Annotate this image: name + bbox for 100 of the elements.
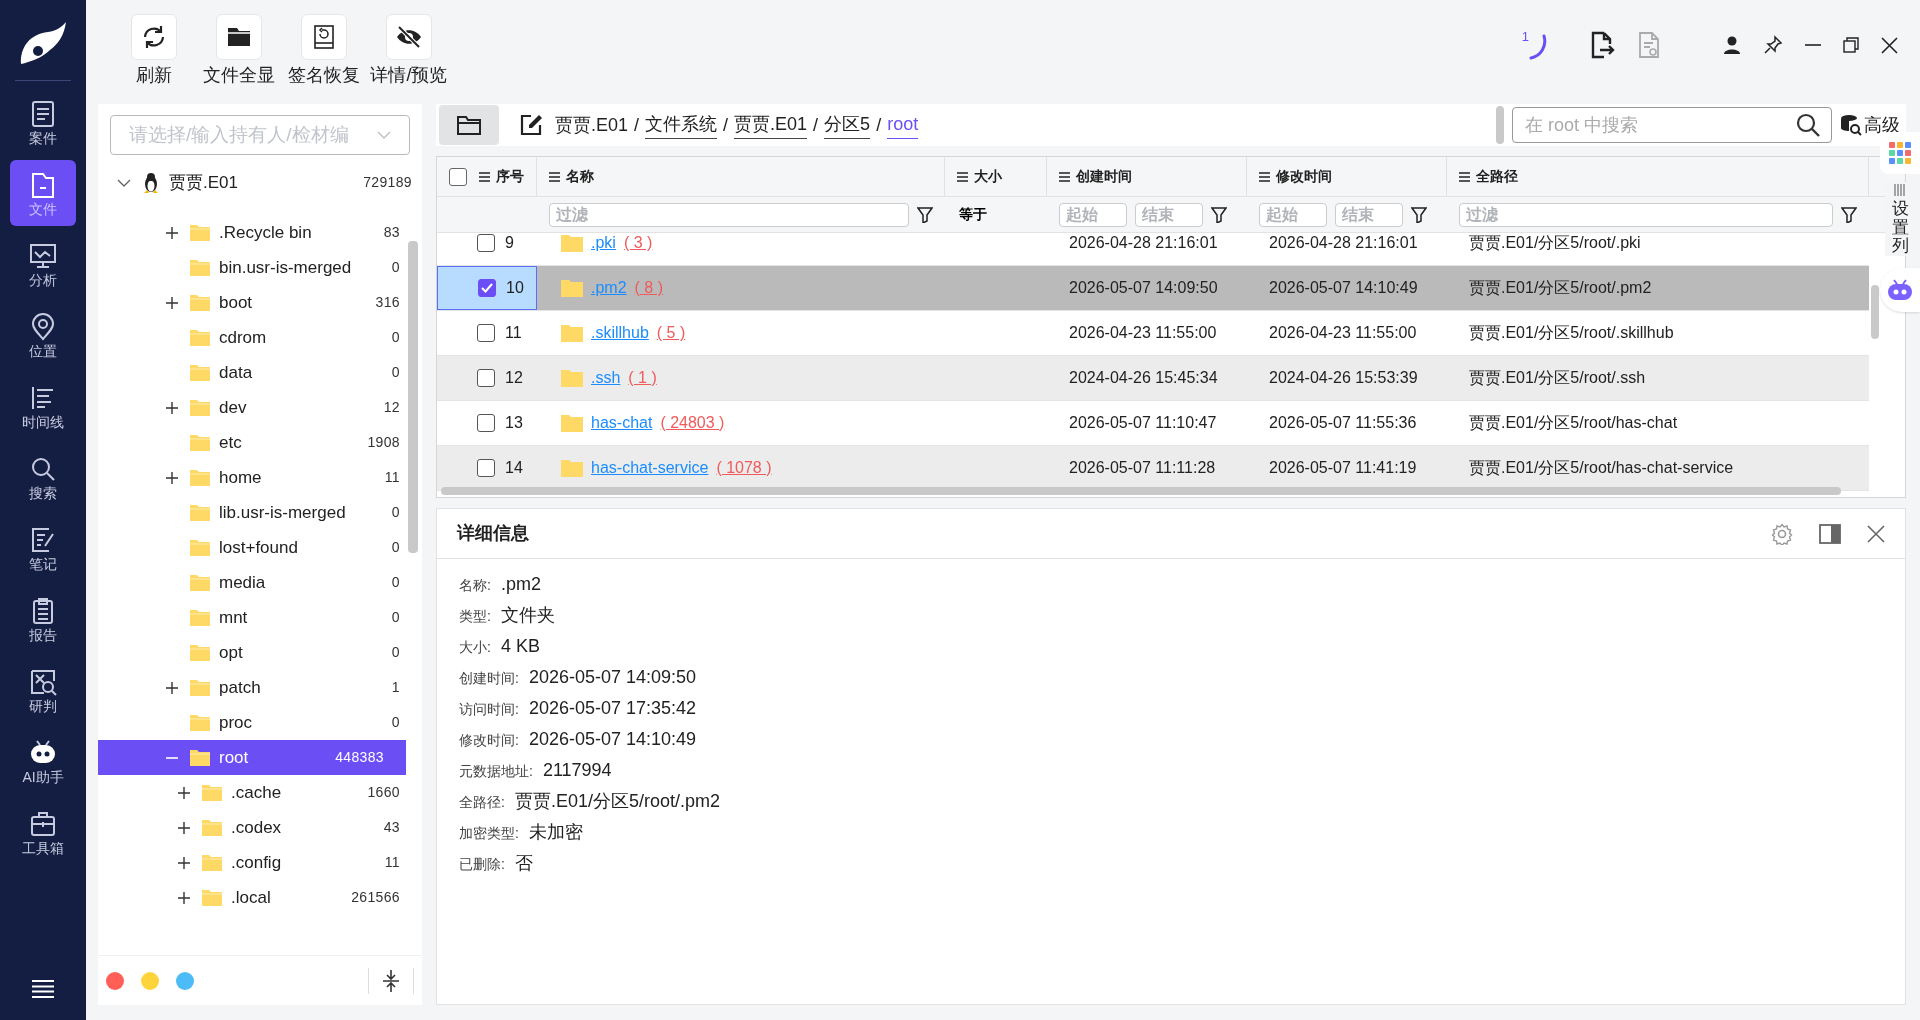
tree-item[interactable]: root 448383 bbox=[98, 740, 406, 775]
tree-item[interactable]: patch 1 bbox=[98, 670, 422, 705]
table-row[interactable]: 10 .pm2 ( 8 ) 2026-05-07 14:09:50 2026-05-07 14:10:49 贾贾.E01/分区5/root/.pm2 bbox=[437, 266, 1869, 311]
toolbar-button[interactable] bbox=[131, 14, 177, 60]
breadcrumb-link[interactable]: 贾贾.E01 bbox=[555, 111, 629, 139]
nav-item[interactable]: 案件 bbox=[10, 89, 76, 155]
row-checkbox[interactable] bbox=[477, 234, 495, 252]
tree-item[interactable]: proc 0 bbox=[98, 705, 422, 740]
edit-icon[interactable] bbox=[519, 113, 543, 137]
column-header[interactable]: 全路径 bbox=[1476, 166, 1518, 187]
breadcrumb-link[interactable]: 分区5 bbox=[824, 111, 871, 139]
collapse-icon[interactable] bbox=[383, 969, 399, 992]
filter-operator[interactable]: 等于 bbox=[957, 204, 987, 225]
date-field[interactable]: 起始 bbox=[1059, 202, 1127, 227]
tree-item[interactable]: .codex 43 bbox=[98, 810, 422, 845]
expand-icon[interactable] bbox=[178, 821, 190, 834]
expand-icon[interactable] bbox=[166, 226, 178, 239]
vertical-scrollbar[interactable] bbox=[1871, 285, 1879, 339]
panel-toggle-icon[interactable] bbox=[1819, 523, 1841, 544]
row-checkbox[interactable] bbox=[477, 324, 495, 342]
nav-item[interactable]: 时间线 bbox=[10, 373, 76, 439]
nav-item[interactable]: 工具箱 bbox=[10, 799, 76, 865]
advanced-search-button[interactable]: 高级 bbox=[1840, 111, 1900, 139]
scrollbar[interactable] bbox=[408, 241, 418, 553]
column-menu-icon[interactable] bbox=[957, 171, 968, 182]
filter-icon[interactable] bbox=[1211, 206, 1227, 223]
chevron-down-icon[interactable] bbox=[117, 178, 131, 187]
apps-button[interactable] bbox=[1880, 132, 1920, 174]
column-header[interactable]: 大小 bbox=[974, 166, 1002, 187]
tree-item[interactable]: .local 261566 bbox=[98, 880, 422, 915]
expand-icon[interactable] bbox=[166, 401, 178, 414]
row-checkbox[interactable] bbox=[477, 369, 495, 387]
tree-item[interactable]: etc 1908 bbox=[98, 425, 422, 460]
filter-icon[interactable] bbox=[1841, 206, 1857, 223]
row-checkbox[interactable] bbox=[478, 279, 496, 297]
tree-item[interactable]: .config 11 bbox=[98, 845, 422, 880]
toolbar-button[interactable] bbox=[216, 14, 262, 60]
tree-item[interactable]: mnt 0 bbox=[98, 600, 422, 635]
date-field[interactable]: 结束 bbox=[1135, 202, 1203, 227]
horizontal-scrollbar[interactable] bbox=[441, 487, 1841, 495]
nav-item[interactable]: 位置 bbox=[10, 302, 76, 368]
filter-field[interactable]: 过滤 bbox=[549, 202, 909, 227]
splitter-handle[interactable] bbox=[1496, 106, 1504, 144]
nav-item[interactable]: 报告 bbox=[10, 586, 76, 652]
nav-item[interactable]: 笔记 bbox=[10, 515, 76, 581]
expand-icon[interactable] bbox=[166, 681, 178, 694]
column-menu-icon[interactable] bbox=[1259, 171, 1270, 182]
user-icon[interactable] bbox=[1723, 36, 1741, 54]
tree-item[interactable]: dev 12 bbox=[98, 390, 422, 425]
nav-item[interactable]: 研判 bbox=[10, 657, 76, 723]
column-menu-icon[interactable] bbox=[1459, 171, 1470, 182]
pin-icon[interactable] bbox=[1763, 35, 1783, 55]
row-checkbox[interactable] bbox=[477, 459, 495, 477]
column-menu-icon[interactable] bbox=[479, 171, 490, 182]
expand-icon[interactable] bbox=[166, 471, 178, 484]
row-checkbox[interactable] bbox=[477, 414, 495, 432]
settings-icon[interactable] bbox=[1771, 522, 1793, 545]
tree-item[interactable]: home 11 bbox=[98, 460, 422, 495]
menu-icon[interactable] bbox=[32, 980, 54, 998]
column-header[interactable]: 修改时间 bbox=[1276, 166, 1332, 187]
filter-icon[interactable] bbox=[917, 206, 933, 223]
tree-item[interactable]: opt 0 bbox=[98, 635, 422, 670]
filter-icon[interactable] bbox=[1411, 206, 1427, 223]
table-row[interactable]: 9 .pki ( 3 ) 2026-04-28 21:16:01 2026-04-28 21:16:01 贾贾.E01/分区5/root/.pki bbox=[437, 233, 1869, 266]
expand-icon[interactable] bbox=[178, 856, 190, 869]
search-field[interactable]: 在 root 中搜索 bbox=[1512, 107, 1832, 143]
tree-item[interactable]: cdrom 0 bbox=[98, 320, 422, 355]
table-row[interactable]: 12 .ssh ( 1 ) 2024-04-26 15:45:34 2024-04-26 15:53:39 贾贾.E01/分区5/root/.ssh bbox=[437, 356, 1869, 401]
column-header[interactable]: 名称 bbox=[566, 166, 594, 187]
table-row[interactable]: 14 has-chat-service ( 1078 ) 2026-05-07 11:11:28 2026-05-07 11:41:19 贾贾.E01/分区5/root/has-chat-service bbox=[437, 446, 1869, 491]
column-header[interactable]: 序号 bbox=[496, 166, 524, 187]
nav-item[interactable]: 搜索 bbox=[10, 444, 76, 510]
expand-icon[interactable] bbox=[166, 296, 178, 309]
tree-item[interactable]: media 0 bbox=[98, 565, 422, 600]
select-all-checkbox[interactable] bbox=[449, 167, 467, 186]
tree-item[interactable]: .cache 1660 bbox=[98, 775, 422, 810]
tree-item[interactable]: bin.usr-is-merged 0 bbox=[98, 250, 422, 285]
task-count[interactable]: 1 bbox=[1521, 30, 1529, 43]
filter-field[interactable]: 过滤 bbox=[1459, 202, 1833, 227]
export-file-icon[interactable] bbox=[1589, 31, 1615, 59]
breadcrumb-link[interactable]: 贾贾.E01 bbox=[734, 111, 808, 139]
expand-icon[interactable] bbox=[178, 786, 190, 799]
restore-icon[interactable] bbox=[1843, 37, 1859, 53]
tree-item[interactable]: .Recycle bin 83 bbox=[98, 215, 422, 250]
column-menu-icon[interactable] bbox=[1059, 171, 1070, 182]
tree-item[interactable]: lost+found 0 bbox=[98, 530, 422, 565]
tree-item[interactable]: boot 316 bbox=[98, 285, 422, 320]
toolbar-button[interactable] bbox=[301, 14, 347, 60]
date-field[interactable]: 结束 bbox=[1335, 202, 1403, 227]
breadcrumb-link[interactable]: root bbox=[887, 111, 919, 139]
toolbar-button[interactable] bbox=[386, 14, 432, 60]
nav-item[interactable]: AI助手 bbox=[10, 728, 76, 794]
tree-item[interactable]: 贾贾.E01 729189 bbox=[98, 165, 422, 200]
expand-icon[interactable] bbox=[178, 891, 190, 904]
nav-item[interactable]: 分析 bbox=[10, 231, 76, 297]
folder-button[interactable] bbox=[439, 105, 499, 145]
breadcrumb-link[interactable]: 文件系统 bbox=[645, 111, 718, 139]
column-menu-icon[interactable] bbox=[549, 171, 560, 182]
tree-item[interactable]: data 0 bbox=[98, 355, 422, 390]
column-header[interactable]: 创建时间 bbox=[1076, 166, 1132, 187]
